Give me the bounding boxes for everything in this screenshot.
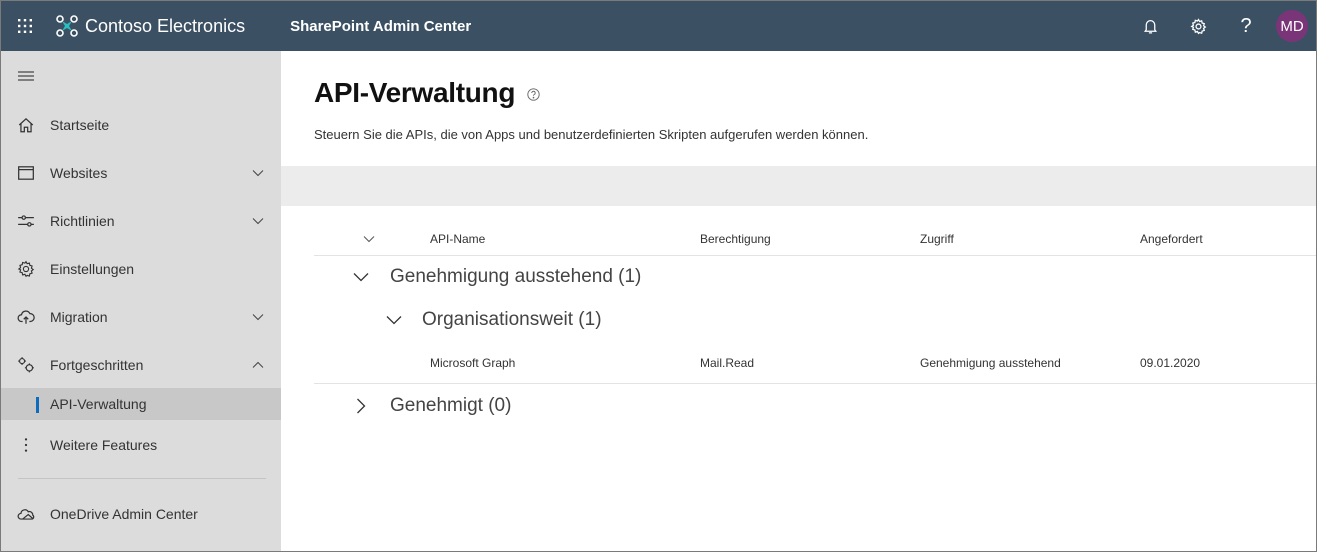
sidebar-item-websites[interactable]: Websites — [1, 153, 281, 193]
sidebar-item-api-verwaltung[interactable]: API-Verwaltung — [1, 388, 281, 420]
more-vertical-icon — [24, 438, 28, 452]
top-bar: Contoso Electronics SharePoint Admin Cen… — [1, 1, 1316, 51]
cloud-upload-icon — [17, 310, 35, 324]
sidebar-item-fortgeschritten[interactable]: Fortgeschritten — [1, 345, 281, 385]
help-icon: ? — [1240, 14, 1252, 37]
info-icon[interactable] — [527, 88, 540, 101]
sidebar-item-label: Richtlinien — [50, 213, 115, 229]
page-description: Steuern Sie die APIs, die von Apps und b… — [314, 127, 869, 142]
waffle-icon — [18, 19, 32, 33]
page-title: API-Verwaltung — [314, 77, 516, 108]
subgroup-label: Organisationsweit (1) — [422, 309, 602, 330]
chevron-down-icon — [386, 316, 402, 325]
command-bar — [281, 166, 1316, 206]
cell-permission: Mail.Read — [700, 356, 755, 370]
sidebar-item-label: API-Verwaltung — [50, 396, 147, 412]
sidebar-item-label: Websites — [50, 165, 108, 181]
column-header-api-name[interactable]: API-Name — [430, 232, 485, 246]
sidebar-item-onedrive-admin[interactable]: OneDrive Admin Center — [1, 494, 281, 534]
sidebar-item-migration[interactable]: Migration — [1, 297, 281, 337]
group-label: Genehmigung ausstehend (1) — [390, 266, 642, 287]
sidebar-item-label: OneDrive Admin Center — [50, 506, 198, 522]
sidebar-item-label: Migration — [50, 309, 108, 325]
bell-icon — [1143, 19, 1157, 34]
settings-button[interactable] — [1174, 1, 1222, 51]
chevron-down-icon — [252, 314, 264, 321]
notifications-button[interactable] — [1126, 1, 1174, 51]
contoso-logo-icon — [56, 15, 78, 37]
org-brand[interactable]: Contoso Electronics — [55, 14, 245, 38]
subgroup-header-organisationsweit[interactable]: Organisationsweit (1) — [385, 309, 602, 331]
expand-all-chevron-icon[interactable] — [362, 233, 376, 245]
gears-icon — [18, 357, 34, 373]
sidebar-item-label: Fortgeschritten — [50, 357, 144, 373]
home-icon — [18, 117, 34, 133]
column-header-angefordert[interactable]: Angefordert — [1140, 232, 1203, 246]
chevron-right-icon — [357, 398, 366, 414]
sidebar-item-richtlinien[interactable]: Richtlinien — [1, 201, 281, 241]
sidebar-item-label: Weitere Features — [50, 437, 158, 453]
hamburger-menu-icon[interactable] — [15, 67, 37, 85]
cell-access: Genehmigung ausstehend — [920, 356, 1061, 370]
sidebar-item-label: Einstellungen — [50, 261, 135, 277]
column-header-zugriff[interactable]: Zugriff — [920, 232, 954, 246]
app-launcher-button[interactable] — [1, 1, 49, 51]
chevron-down-icon — [353, 273, 369, 282]
group-header-approved[interactable]: Genehmigt (0) — [352, 395, 511, 417]
group-header-pending[interactable]: Genehmigung ausstehend (1) — [352, 266, 641, 288]
active-indicator — [36, 397, 39, 413]
chevron-down-icon — [252, 218, 264, 225]
grid-header: API-Name Berechtigung Zugriff Angeforder… — [314, 226, 1316, 256]
gear-icon — [1189, 17, 1206, 34]
cell-api-name: Microsoft Graph — [430, 356, 516, 370]
sidebar-item-weitere-features[interactable]: Weitere Features — [1, 425, 281, 465]
chevron-up-icon — [252, 361, 264, 368]
sidebar: Startseite Websites Richtlinien Einstell… — [1, 51, 281, 551]
chevron-down-icon — [252, 170, 264, 177]
column-header-berechtigung[interactable]: Berechtigung — [700, 232, 771, 246]
table-row[interactable]: Microsoft Graph Mail.Read Genehmigung au… — [314, 348, 1316, 384]
group-label: Genehmigt (0) — [390, 395, 512, 416]
sidebar-item-einstellungen[interactable]: Einstellungen — [1, 249, 281, 289]
sidebar-divider — [18, 478, 266, 479]
gear-icon — [17, 260, 35, 278]
org-name: Contoso Electronics — [85, 15, 246, 36]
sliders-icon — [18, 215, 34, 227]
main-content: API-Verwaltung Steuern Sie die APIs, die… — [281, 51, 1316, 551]
sidebar-item-startseite[interactable]: Startseite — [1, 105, 281, 145]
browser-window-icon — [18, 166, 34, 180]
user-avatar[interactable]: MD — [1276, 10, 1308, 42]
onedrive-cloud-icon — [17, 509, 35, 520]
cell-requested: 09.01.2020 — [1140, 356, 1201, 370]
app-title[interactable]: SharePoint Admin Center — [290, 18, 471, 35]
sidebar-item-label: Startseite — [50, 117, 110, 133]
help-button[interactable]: ? — [1222, 1, 1270, 51]
